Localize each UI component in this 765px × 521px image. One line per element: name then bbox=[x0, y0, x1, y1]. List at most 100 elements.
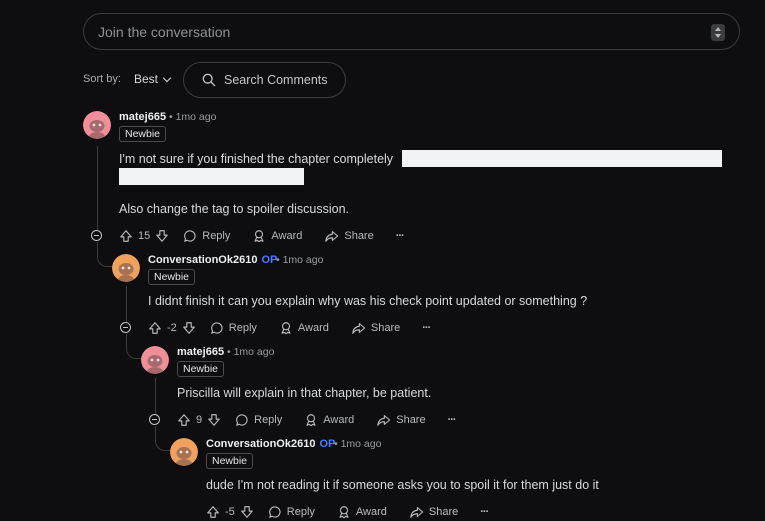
timestamp: • 1mo ago bbox=[334, 438, 382, 450]
composer-resize-icon[interactable] bbox=[711, 24, 725, 41]
more-icon: ··· bbox=[480, 506, 489, 518]
user-flair: Newbie bbox=[119, 126, 167, 142]
collapse-thread-icon[interactable] bbox=[91, 230, 102, 241]
share-label: Share bbox=[370, 322, 401, 334]
timestamp: • 1mo ago bbox=[227, 346, 275, 358]
snoo-avatar-icon bbox=[170, 438, 198, 466]
award-icon bbox=[306, 414, 316, 427]
avatar[interactable] bbox=[83, 111, 111, 139]
reply-label: Reply bbox=[286, 506, 315, 518]
more-icon: ··· bbox=[447, 414, 457, 426]
comment-text: I didnt finish it can you explain why wa… bbox=[148, 294, 588, 308]
comment-actions: -5 Reply Award Share ··· bbox=[206, 503, 489, 521]
avatar[interactable] bbox=[141, 346, 169, 374]
vote-score: -2 bbox=[167, 322, 177, 334]
thread-connector bbox=[97, 242, 114, 267]
thread-line bbox=[97, 146, 98, 230]
timestamp: • 1mo ago bbox=[276, 254, 324, 266]
award-button[interactable]: Award bbox=[279, 321, 329, 335]
award-button[interactable]: Award bbox=[252, 229, 302, 243]
username[interactable]: ConversationOk2610 OP bbox=[206, 438, 335, 450]
reply-icon bbox=[184, 230, 196, 242]
share-button[interactable]: Share bbox=[324, 229, 374, 243]
avatar[interactable] bbox=[112, 254, 140, 282]
reply-button[interactable]: Reply bbox=[210, 321, 257, 335]
collapse-thread-icon[interactable] bbox=[120, 322, 131, 333]
award-button[interactable]: Award bbox=[337, 505, 387, 519]
vote-control: -5 bbox=[206, 505, 254, 519]
spoiler-block[interactable] bbox=[119, 168, 304, 185]
op-badge: OP bbox=[319, 438, 336, 450]
downvote-icon[interactable] bbox=[207, 413, 221, 427]
reply-icon bbox=[236, 414, 248, 426]
upvote-icon[interactable] bbox=[177, 413, 191, 427]
username[interactable]: matej665 bbox=[177, 346, 224, 358]
more-options-button[interactable]: ··· bbox=[395, 230, 405, 242]
comment-actions: -2 Reply Award Share ··· bbox=[148, 319, 431, 337]
share-label: Share bbox=[428, 506, 459, 518]
upvote-icon[interactable] bbox=[148, 321, 162, 335]
snoo-avatar-icon bbox=[141, 346, 169, 374]
more-options-button[interactable]: ··· bbox=[480, 506, 489, 518]
reply-icon bbox=[210, 322, 223, 334]
comment-text: Priscilla will explain in that chapter, … bbox=[177, 386, 432, 400]
thread-connector bbox=[126, 334, 143, 359]
vote-control: 9 bbox=[177, 413, 221, 427]
avatar[interactable] bbox=[170, 438, 198, 466]
share-button[interactable]: Share bbox=[409, 505, 458, 519]
award-button[interactable]: Award bbox=[304, 413, 354, 427]
vote-score: 15 bbox=[138, 230, 151, 242]
username[interactable]: matej665 bbox=[119, 111, 166, 123]
share-label: Share bbox=[396, 414, 426, 426]
award-icon bbox=[254, 230, 264, 243]
award-label: Award bbox=[355, 506, 387, 518]
timestamp: • 1mo ago bbox=[169, 111, 217, 123]
upvote-icon[interactable] bbox=[119, 229, 133, 243]
more-icon: ··· bbox=[395, 230, 405, 242]
award-icon bbox=[281, 322, 291, 335]
share-icon bbox=[377, 415, 391, 426]
reply-label: Reply bbox=[202, 230, 231, 242]
reply-button[interactable]: Reply bbox=[183, 229, 230, 243]
reply-label: Reply bbox=[228, 322, 257, 334]
collapse-thread-icon[interactable] bbox=[149, 414, 160, 425]
thread-line bbox=[126, 286, 127, 322]
share-icon bbox=[325, 231, 339, 242]
composer-placeholder: Join the conversation bbox=[98, 24, 231, 40]
vote-control: -2 bbox=[148, 321, 196, 335]
snoo-avatar-icon bbox=[83, 111, 111, 139]
reply-icon bbox=[268, 506, 281, 518]
comment-composer[interactable]: Join the conversation bbox=[83, 13, 740, 50]
username[interactable]: ConversationOk2610 OP bbox=[148, 254, 277, 266]
award-label: Award bbox=[271, 230, 303, 242]
more-options-button[interactable]: ··· bbox=[422, 322, 431, 334]
comment-actions: 9 Reply Award Share ··· bbox=[177, 411, 457, 429]
share-button[interactable]: Share bbox=[351, 321, 400, 335]
thread-connector bbox=[155, 426, 172, 451]
sort-value: Best bbox=[134, 72, 159, 86]
reply-button[interactable]: Reply bbox=[268, 505, 315, 519]
chevron-down-icon bbox=[162, 73, 172, 82]
share-button[interactable]: Share bbox=[376, 413, 426, 427]
downvote-icon[interactable] bbox=[182, 321, 196, 335]
comment-text: dude I'm not reading it if someone asks … bbox=[206, 478, 599, 492]
comment-actions: 15 Reply Award Share ··· bbox=[119, 227, 405, 245]
upvote-icon[interactable] bbox=[206, 505, 220, 519]
share-label: Share bbox=[344, 230, 374, 242]
vote-score: 9 bbox=[196, 414, 203, 426]
more-options-button[interactable]: ··· bbox=[447, 414, 457, 426]
downvote-icon[interactable] bbox=[155, 229, 169, 243]
award-icon bbox=[339, 506, 349, 519]
snoo-avatar-icon bbox=[112, 254, 140, 282]
downvote-icon[interactable] bbox=[240, 505, 254, 519]
sort-dropdown[interactable]: Best bbox=[134, 72, 172, 86]
sort-label: Sort by: bbox=[83, 73, 121, 85]
search-comments-button[interactable]: Search Comments bbox=[183, 62, 346, 98]
reply-button[interactable]: Reply bbox=[235, 413, 282, 427]
search-label: Search Comments bbox=[224, 73, 328, 87]
op-badge: OP bbox=[261, 254, 278, 266]
spoiler-block[interactable] bbox=[402, 150, 722, 167]
award-label: Award bbox=[323, 414, 355, 426]
user-flair: Newbie bbox=[148, 269, 196, 285]
user-flair: Newbie bbox=[177, 361, 225, 377]
